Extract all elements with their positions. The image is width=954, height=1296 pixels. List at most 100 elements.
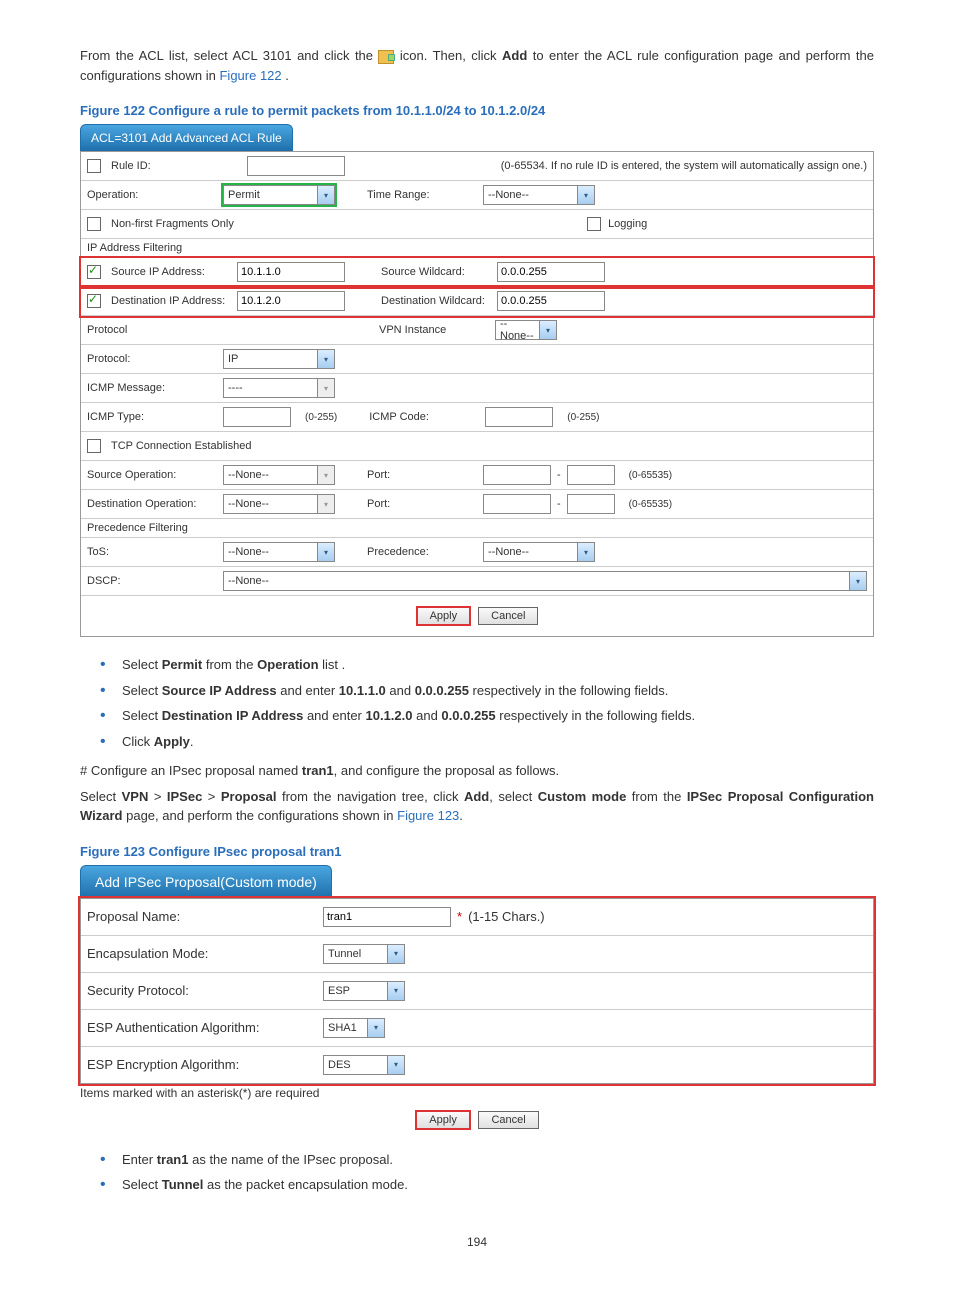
precedence-select[interactable]: --None--: [484, 546, 577, 558]
apply-button[interactable]: Apply: [415, 1110, 471, 1130]
label: ToS:: [87, 546, 217, 558]
chevron-down-icon[interactable]: ▾: [317, 543, 334, 561]
time-range-select[interactable]: --None--: [484, 189, 577, 201]
label: DSCP:: [87, 575, 217, 587]
protocol-select[interactable]: IP: [224, 353, 317, 365]
note: (0-65534. If no rule ID is entered, the …: [501, 160, 867, 172]
dscp-select[interactable]: --None--: [224, 575, 849, 587]
chevron-down-icon[interactable]: ▾: [387, 1056, 404, 1074]
label: Time Range:: [367, 189, 477, 201]
range-note: (0-255): [305, 412, 337, 423]
range-note: (0-65535): [629, 470, 672, 481]
auth-select[interactable]: SHA1: [324, 1022, 367, 1034]
tos-select[interactable]: --None--: [224, 546, 317, 558]
figure-caption: Figure 122 Configure a rule to permit pa…: [80, 103, 874, 118]
label: Port:: [367, 498, 477, 510]
icmp-type-input[interactable]: [223, 407, 291, 427]
panel-tab: ACL=3101 Add Advanced ACL Rule: [80, 124, 293, 151]
src-ip-checkbox[interactable]: [87, 265, 101, 279]
enc-select[interactable]: DES: [324, 1059, 387, 1071]
dst-ip-input[interactable]: [237, 291, 345, 311]
label: Precedence:: [367, 546, 477, 558]
instruction-list: Enter tran1 as the name of the IPsec pro…: [100, 1150, 874, 1195]
list-item: Enter tran1 as the name of the IPsec pro…: [100, 1150, 874, 1170]
chevron-down-icon: ▾: [317, 466, 334, 484]
label: ESP Authentication Algorithm:: [87, 1020, 317, 1035]
label: ICMP Code:: [369, 411, 479, 423]
dst-wild-input[interactable]: [497, 291, 605, 311]
dst-ip-checkbox[interactable]: [87, 294, 101, 308]
figure-link[interactable]: Figure 123: [397, 808, 459, 823]
label: Source IP Address:: [111, 266, 231, 278]
label: ICMP Type:: [87, 411, 217, 423]
apply-button[interactable]: Apply: [416, 606, 472, 626]
sep: -: [557, 469, 561, 481]
tcp-checkbox[interactable]: [87, 439, 101, 453]
label: ICMP Message:: [87, 382, 217, 394]
cancel-button[interactable]: Cancel: [478, 1111, 538, 1129]
chevron-down-icon: ▾: [317, 495, 334, 513]
text: From the ACL list, select ACL 3101 and c…: [80, 48, 378, 63]
chevron-down-icon: ▾: [317, 379, 334, 397]
label: Rule ID:: [111, 160, 241, 172]
label: Source Operation:: [87, 469, 217, 481]
chevron-down-icon[interactable]: ▾: [849, 572, 866, 590]
security-select[interactable]: ESP: [324, 985, 387, 997]
nonfirst-checkbox[interactable]: [87, 217, 101, 231]
label: Port:: [367, 469, 477, 481]
cancel-button[interactable]: Cancel: [478, 607, 538, 625]
section-header: Protocol: [87, 324, 217, 336]
src-wild-input[interactable]: [497, 262, 605, 282]
label: Source Wildcard:: [381, 266, 491, 278]
paragraph: # Configure an IPsec proposal named tran…: [80, 761, 874, 781]
label: Encapsulation Mode:: [87, 946, 317, 961]
icmp-code-input[interactable]: [485, 407, 553, 427]
label: Destination Wildcard:: [381, 295, 491, 307]
proposal-name-input[interactable]: [323, 907, 451, 927]
intro-paragraph: From the ACL list, select ACL 3101 and c…: [80, 46, 874, 85]
rule-id-input[interactable]: [247, 156, 345, 176]
label: Non-first Fragments Only: [111, 218, 234, 230]
required-note: Items marked with an asterisk(*) are req…: [80, 1086, 874, 1100]
ipsec-proposal-panel: Add IPSec Proposal(Custom mode) Proposal…: [80, 865, 874, 1140]
sep: -: [557, 498, 561, 510]
src-port2-input[interactable]: [567, 465, 615, 485]
encap-select[interactable]: Tunnel: [324, 948, 387, 960]
chevron-down-icon[interactable]: ▾: [317, 350, 334, 368]
chevron-down-icon[interactable]: ▾: [367, 1019, 384, 1037]
list-item: Select Tunnel as the packet encapsulatio…: [100, 1175, 874, 1195]
chevron-down-icon[interactable]: ▾: [577, 543, 594, 561]
chevron-down-icon[interactable]: ▾: [577, 186, 594, 204]
chevron-down-icon[interactable]: ▾: [387, 982, 404, 1000]
dst-op-select[interactable]: --None--: [224, 498, 317, 510]
label: ESP Encryption Algorithm:: [87, 1057, 317, 1072]
logging-checkbox[interactable]: [587, 217, 601, 231]
label: Operation:: [87, 189, 217, 201]
expand-icon: [378, 50, 394, 64]
range-note: (0-255): [567, 412, 599, 423]
rule-id-checkbox[interactable]: [87, 159, 101, 173]
label: VPN Instance: [379, 324, 489, 336]
dst-port-input[interactable]: [483, 494, 551, 514]
label: Security Protocol:: [87, 983, 317, 998]
note: (1-15 Chars.): [468, 909, 545, 924]
dst-port2-input[interactable]: [567, 494, 615, 514]
instruction-list: Select Permit from the Operation list . …: [100, 655, 874, 751]
icmp-msg-select[interactable]: ----: [224, 382, 317, 394]
src-port-input[interactable]: [483, 465, 551, 485]
vpn-select[interactable]: --None--: [496, 318, 539, 342]
operation-select[interactable]: Permit: [224, 189, 317, 201]
chevron-down-icon[interactable]: ▾: [387, 945, 404, 963]
src-op-select[interactable]: --None--: [224, 469, 317, 481]
panel-tab: Add IPSec Proposal(Custom mode): [80, 865, 332, 898]
list-item: Select Source IP Address and enter 10.1.…: [100, 681, 874, 701]
label: Protocol:: [87, 353, 217, 365]
chevron-down-icon[interactable]: ▾: [539, 321, 556, 339]
label: Destination IP Address:: [111, 295, 231, 307]
section-header: IP Address Filtering: [81, 239, 873, 258]
chevron-down-icon[interactable]: ▾: [317, 186, 334, 204]
label: TCP Connection Established: [111, 440, 251, 452]
figure-link[interactable]: Figure 122: [219, 68, 281, 83]
src-ip-input[interactable]: [237, 262, 345, 282]
label: Logging: [608, 218, 647, 230]
